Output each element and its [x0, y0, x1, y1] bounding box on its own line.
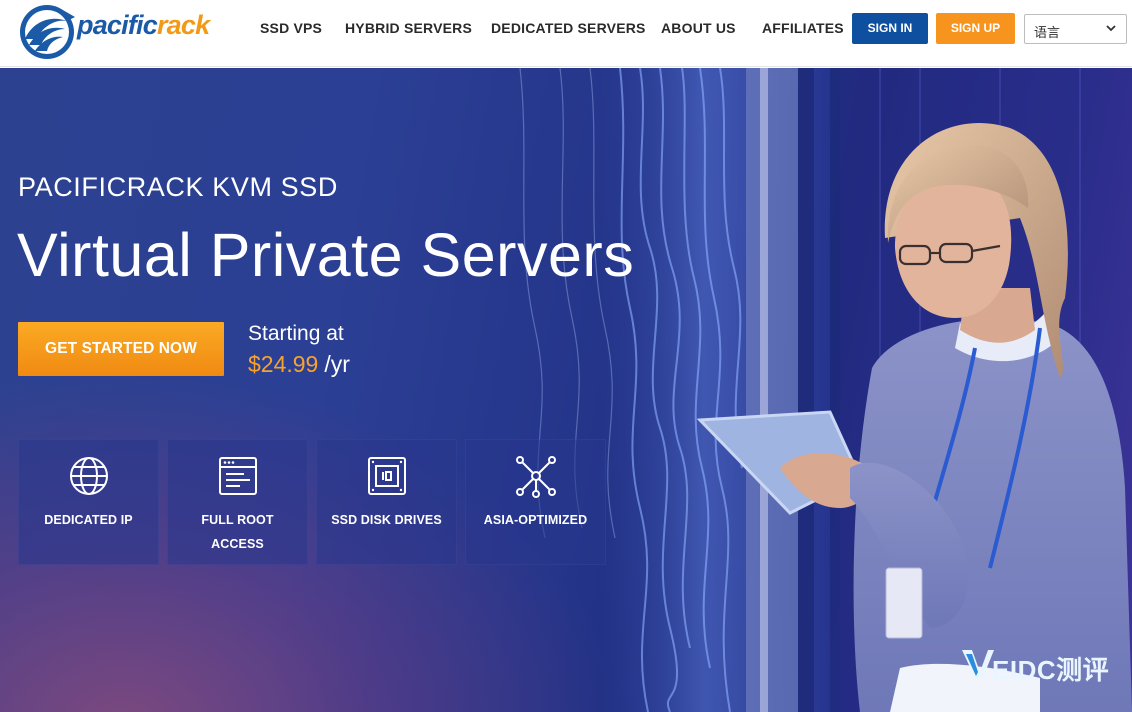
feature-label-dedicated-ip: DEDICATED IP — [44, 513, 133, 527]
nav-ssd-vps[interactable]: SSD VPS — [260, 20, 322, 36]
nav-hybrid-servers[interactable]: HYBRID SERVERS — [345, 20, 472, 36]
feature-ssd-disk-drives[interactable]: SSD DISK DRIVES — [316, 439, 457, 565]
nav-affiliates[interactable]: AFFILIATES — [762, 20, 844, 36]
network-nodes-icon — [515, 456, 556, 498]
price-line: $24.99/yr — [248, 351, 350, 378]
logo-text-pacific: pacific — [77, 10, 158, 40]
price-amount: $24.99 — [248, 351, 319, 377]
sign-up-button[interactable]: SIGN UP — [936, 13, 1015, 44]
hero-title: Virtual Private Servers — [17, 221, 635, 289]
logo-wordmark: pacificrack — [77, 10, 210, 40]
feature-label-full-root-access: FULL ROOT ACCESS — [201, 513, 274, 551]
pacificrack-logo[interactable]: pacificrack — [17, 3, 232, 61]
nav-dedicated-servers[interactable]: DEDICATED SERVERS — [491, 20, 646, 36]
terminal-window-icon — [218, 457, 257, 495]
watermark-text: EIDC测评 — [992, 655, 1110, 685]
chevron-down-icon — [1106, 25, 1116, 32]
language-selected-value: 语言 — [1034, 25, 1061, 40]
sign-in-button[interactable]: SIGN IN — [852, 13, 928, 44]
language-select[interactable]: 语言 — [1024, 14, 1127, 44]
price-unit: /yr — [324, 351, 350, 377]
woman-with-tablet-illustration — [696, 122, 1132, 712]
nav-about-us[interactable]: ABOUT US — [661, 20, 736, 36]
feature-asia-optimized[interactable]: ASIA-OPTIMIZED — [465, 439, 606, 565]
hero-banner: PACIFICRACK KVM SSD Virtual Private Serv… — [0, 68, 1132, 712]
feature-dedicated-ip[interactable]: DEDICATED IP — [18, 439, 159, 565]
get-started-button[interactable]: GET STARTED NOW — [18, 322, 224, 376]
site-header: pacificrack SSD VPS HYBRID SERVERS DEDIC… — [0, 0, 1132, 67]
ssd-drive-icon — [367, 457, 406, 495]
eidc-v-logo-icon — [962, 650, 994, 680]
globe-icon — [69, 457, 108, 495]
logo-text-rack: rack — [156, 10, 210, 40]
wave-logo-icon — [20, 5, 75, 59]
feature-label-ssd-disk-drives: SSD DISK DRIVES — [331, 513, 442, 527]
hero-subtitle: PACIFICRACK KVM SSD — [18, 172, 338, 202]
feature-label-asia-optimized: ASIA-OPTIMIZED — [483, 513, 588, 527]
feature-full-root-access[interactable]: FULL ROOT ACCESS — [167, 439, 308, 565]
price-prefix-text: Starting at — [248, 322, 344, 345]
eidc-watermark: EIDC测评 — [962, 646, 1122, 685]
